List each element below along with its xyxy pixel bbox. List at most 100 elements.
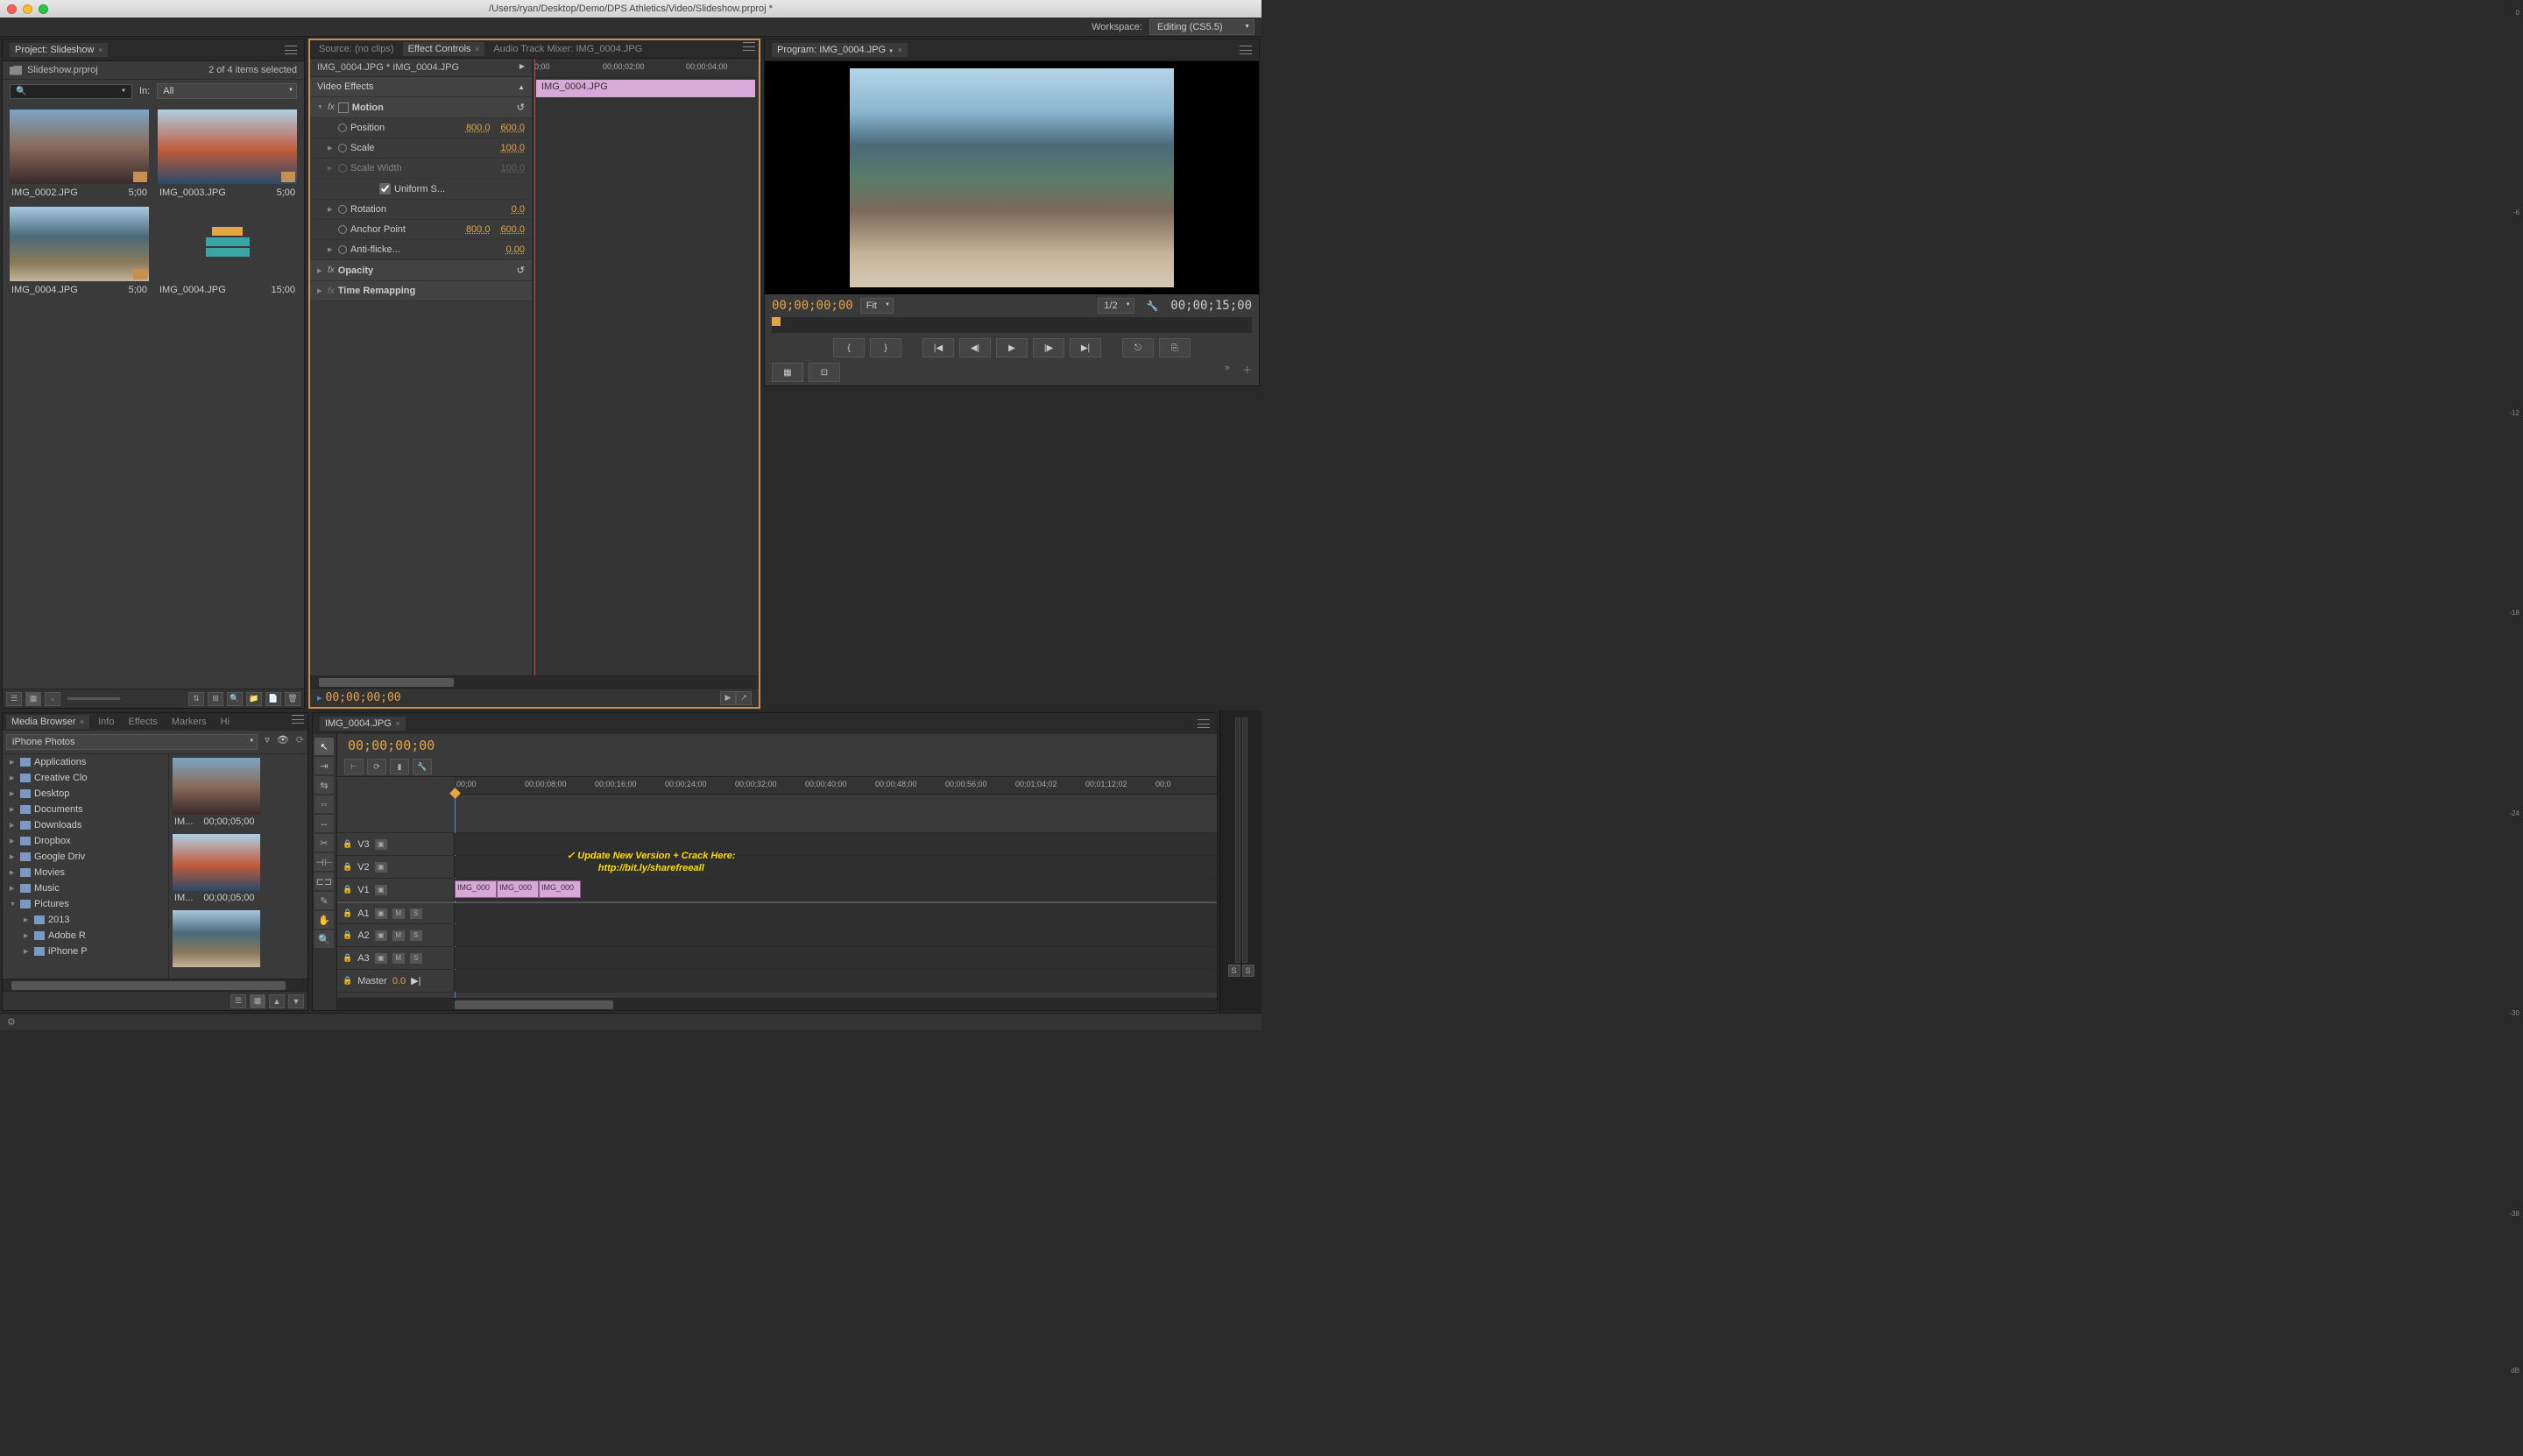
twirl-right-icon[interactable]: ▶ (317, 267, 324, 274)
anchor-x-value[interactable]: 800.0 (466, 224, 491, 235)
mb-clip-item[interactable]: IM...00;00;05;00 (173, 758, 304, 829)
thumbnail-view-button[interactable]: ▦ (250, 994, 265, 1008)
add-button[interactable]: ＋ (1242, 363, 1252, 382)
close-icon[interactable]: × (96, 46, 103, 54)
mb-source-dropdown[interactable]: iPhone Photos (6, 734, 258, 750)
uniform-checkbox[interactable] (379, 183, 391, 194)
slip-tool[interactable]: ⊣⊢ (314, 853, 334, 871)
step-back-button[interactable]: ◀| (959, 338, 991, 357)
track-output-toggle[interactable]: ▣ (375, 839, 387, 850)
minimize-window-button[interactable] (23, 4, 32, 14)
track-output-toggle[interactable]: ▣ (375, 862, 387, 873)
list-view-button[interactable]: ☰ (6, 692, 22, 706)
panel-menu-icon[interactable] (1198, 719, 1210, 728)
program-tab[interactable]: Program: IMG_0004.JPG ▼ × (772, 43, 908, 57)
rate-stretch-tool[interactable]: ↔ (314, 815, 334, 832)
tree-item[interactable]: ▶2013 (3, 912, 168, 928)
position-y-value[interactable]: 600.0 (500, 123, 525, 133)
lock-icon[interactable]: 🔒 (343, 908, 352, 918)
selection-tool[interactable]: ↖ (314, 738, 334, 755)
mute-toggle[interactable]: M (392, 953, 405, 964)
close-icon[interactable]: × (77, 717, 84, 726)
timeline-scrollbar[interactable] (337, 998, 1217, 1010)
bin-item[interactable]: IMG_0003.JPG5;00 (154, 106, 300, 201)
find-button[interactable]: 🔍 (227, 692, 243, 706)
lift-button[interactable]: ⎋ (1122, 338, 1154, 357)
tree-item[interactable]: ▶Creative Clo (3, 770, 168, 786)
effect-controls-timeline[interactable]: 0;00 00;00;02;00 00;00;04;00 IMG_0004.JP… (533, 59, 759, 675)
sort-button[interactable]: ⇅ (188, 692, 204, 706)
bin-item[interactable]: IMG_0004.JPG5;00 (6, 203, 152, 299)
track-content[interactable] (455, 903, 1217, 923)
markers-button[interactable]: ▮ (390, 759, 409, 774)
master-volume[interactable]: 0.0 (392, 976, 406, 986)
snap-button[interactable]: ⊢ (344, 759, 364, 774)
track-output-toggle[interactable]: ▣ (375, 953, 387, 964)
tree-item[interactable]: ▶Adobe R (3, 928, 168, 944)
panel-menu-icon[interactable] (743, 42, 755, 51)
track-output-toggle[interactable]: ▣ (375, 908, 387, 919)
settings-button[interactable]: 🔧 (413, 759, 432, 774)
track-content[interactable] (455, 924, 1217, 946)
history-tab[interactable]: Hi (216, 715, 235, 729)
linked-selection-button[interactable]: ⟳ (367, 759, 386, 774)
mb-clip-item[interactable]: IM...00;00;05;00 (173, 834, 304, 905)
tree-item[interactable]: ▶Downloads (3, 817, 168, 833)
solo-toggle[interactable]: S (410, 930, 422, 941)
track-output-toggle[interactable]: ▣ (375, 930, 387, 941)
program-viewport[interactable] (765, 61, 1259, 294)
tree-item[interactable]: ▶Documents (3, 802, 168, 817)
ec-clip-bar[interactable]: IMG_0004.JPG (536, 80, 755, 97)
extract-button[interactable]: ⎘ (1159, 338, 1191, 357)
close-icon[interactable]: × (895, 46, 902, 54)
workspace-dropdown[interactable]: Editing (CS5.5) (1149, 19, 1254, 35)
sort-desc-button[interactable]: ▼ (288, 994, 304, 1008)
track-select-tool[interactable]: ⇥ (314, 757, 334, 774)
twirl-down-icon[interactable]: ▼ (317, 104, 324, 110)
close-icon[interactable]: × (393, 719, 400, 728)
solo-toggle[interactable]: S (410, 953, 422, 964)
panel-menu-icon[interactable] (292, 715, 304, 724)
timeline-timecode[interactable]: 00;00;00;00 (348, 738, 435, 753)
rolling-edit-tool[interactable]: ⇔ (314, 795, 334, 813)
rotation-property[interactable]: ▶ Rotation 0.0 (310, 200, 532, 220)
twirl-right-icon[interactable]: ▶ (328, 206, 335, 213)
panel-menu-icon[interactable] (1240, 46, 1252, 54)
new-item-button[interactable]: 📄 (265, 692, 281, 706)
settings-icon[interactable]: 🔧 (1147, 300, 1159, 312)
stopwatch-icon[interactable] (338, 245, 347, 254)
chevron-right-icon[interactable]: ▶ (519, 62, 525, 73)
stopwatch-icon[interactable] (338, 225, 347, 234)
reset-icon[interactable]: ↺ (517, 102, 525, 113)
close-icon[interactable]: × (473, 45, 480, 53)
tree-item[interactable]: ▶Desktop (3, 786, 168, 802)
pen-tool[interactable]: ✎ (314, 892, 334, 909)
tree-item[interactable]: ▶Applications (3, 754, 168, 770)
step-forward-button[interactable]: |▶ (1033, 338, 1064, 357)
filter-icon[interactable]: ▿ (265, 734, 270, 750)
playhead[interactable] (534, 59, 535, 675)
tree-item[interactable]: ▶Music (3, 880, 168, 896)
go-to-out-button[interactable]: ▶| (1070, 338, 1101, 357)
play-button[interactable]: ▶ (996, 338, 1028, 357)
list-view-button[interactable]: ☰ (230, 994, 246, 1008)
media-browser-tab[interactable]: Media Browser × (6, 715, 89, 729)
stopwatch-icon[interactable] (338, 124, 347, 132)
mute-toggle[interactable]: M (392, 930, 405, 941)
tree-item[interactable]: ▶Google Driv (3, 849, 168, 865)
collapse-icon[interactable]: ▲ (518, 83, 525, 91)
ec-nav-button[interactable]: ↗ (736, 691, 752, 705)
antiflicker-property[interactable]: ▶ Anti-flicke... 0.00 (310, 240, 532, 260)
mute-toggle[interactable]: M (392, 908, 405, 919)
markers-tab[interactable]: Markers (166, 715, 212, 729)
tree-item[interactable]: ▶iPhone P (3, 944, 168, 959)
program-playhead-timecode[interactable]: 00;00;00;00 (772, 299, 853, 313)
twirl-right-icon[interactable]: ▶ (317, 287, 324, 294)
lock-icon[interactable]: 🔒 (343, 839, 352, 849)
bin-item[interactable]: IMG_0002.JPG5;00 (6, 106, 152, 201)
mb-clip-item[interactable] (173, 910, 304, 967)
horizontal-scrollbar[interactable] (3, 979, 307, 991)
scale-value[interactable]: 100.0 (500, 143, 525, 153)
button-editor-icon[interactable]: » (1225, 363, 1230, 382)
new-bin-button[interactable]: 📁 (246, 692, 262, 706)
